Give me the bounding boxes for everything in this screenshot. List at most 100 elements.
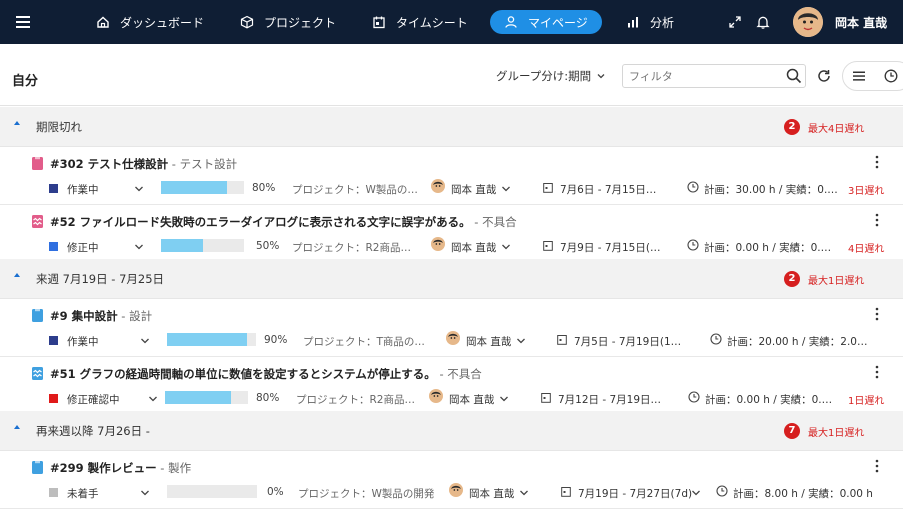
assignee-chevron-down-icon[interactable] [499, 395, 509, 403]
task-dates[interactable]: 7月12日 - 7月19日… [558, 392, 661, 407]
collapse-caret-icon[interactable] [14, 425, 20, 429]
task-title[interactable]: #302 テスト仕様設計 - テスト設計 [50, 156, 237, 172]
hamburger-menu-icon[interactable] [14, 11, 36, 33]
progress-bar [161, 239, 244, 252]
progress-percent: 80% [252, 182, 276, 194]
project-name: プロジェクト：W製品の開発 [298, 488, 435, 500]
task-title[interactable]: #52 ファイルロード失敗時のエラーダイアログに表示される文字に誤字がある。 -… [50, 214, 517, 230]
count-badge: 7 [784, 423, 800, 439]
page-header: 自分 グループ分け:期間 [0, 44, 903, 106]
section-after-next-week[interactable]: 再来週以降 7月26日 - 7 最大1日遅れ [0, 411, 903, 451]
status-color-square [49, 488, 58, 497]
task-row[interactable]: #299 製作レビュー - 製作 未着手 0% プロジェクト：W製品の開発 岡本… [0, 451, 903, 509]
clock-view-icon[interactable] [884, 69, 898, 83]
task-row[interactable]: #51 グラフの経過時間軸の単位に数値を設定するとシステムが停止する。 - 不具… [0, 357, 903, 415]
work-hours: 計画：8.00 h / 実績：0.00 h [733, 488, 873, 500]
user-menu[interactable]: 岡本 直哉 [793, 7, 887, 37]
section-next-week[interactable]: 来週 7月19日 - 7月25日 2 最大1日遅れ [0, 259, 903, 299]
task-row[interactable]: #9 集中設計 - 設計 作業中 90% プロジェクト：T商品の… 岡本 直哉 … [0, 299, 903, 357]
calendar-icon [543, 183, 553, 193]
bug-icon [32, 215, 43, 228]
home-icon [97, 16, 109, 28]
nav-projects[interactable]: プロジェクト [240, 10, 336, 34]
nav-analytics[interactable]: 分析 [626, 10, 674, 34]
task-title[interactable]: #51 グラフの経過時間軸の単位に数値を設定するとシステムが停止する。 - 不具… [50, 366, 482, 382]
more-options-icon[interactable] [873, 459, 881, 473]
collapse-caret-icon[interactable] [14, 121, 20, 125]
task-title-text: #51 グラフの経過時間軸の単位に数値を設定するとシステムが停止する。 [50, 367, 436, 381]
search-icon[interactable] [786, 68, 802, 84]
assignee-name: 岡本 直哉 [469, 488, 515, 500]
assignee-name: 岡本 直哉 [451, 242, 497, 254]
more-options-icon[interactable] [873, 213, 881, 227]
nav-dashboard[interactable]: ダッシュボード [96, 10, 204, 34]
bell-icon [756, 16, 770, 29]
task-dates[interactable]: 7月19日 - 7月27日(7d) [578, 486, 692, 501]
status-color-square [49, 336, 58, 345]
count-badge: 2 [784, 271, 800, 287]
more-options-icon[interactable] [873, 155, 881, 169]
refresh-icon[interactable] [816, 68, 832, 84]
assignee-name: 岡本 直哉 [451, 184, 497, 196]
max-late-text: 最大1日遅れ [808, 428, 865, 439]
late-days: 1日遅れ [848, 396, 885, 407]
avatar [793, 7, 823, 37]
nav-dashboard-label: ダッシュボード [120, 15, 205, 30]
status-chevron-down-icon[interactable] [134, 185, 144, 193]
bar-chart-icon [628, 17, 638, 28]
work-hours: 計画：0.00 h / 実績：0.… [704, 242, 832, 254]
task-row[interactable]: #52 ファイルロード失敗時のエラーダイアログに表示される文字に誤字がある。 -… [0, 205, 903, 263]
task-category: - テスト設計 [168, 157, 238, 171]
collapse-caret-icon[interactable] [14, 273, 20, 277]
status-chevron-down-icon[interactable] [134, 243, 144, 251]
assignee-avatar [431, 179, 445, 193]
task-category: - 不具合 [470, 215, 517, 229]
notification-button[interactable] [756, 10, 770, 34]
status-label: 作業中 [67, 184, 99, 196]
work-hours: 計画：20.00 h / 実績：2.0… [727, 336, 868, 348]
status-chevron-down-icon[interactable] [148, 395, 158, 403]
progress-percent: 50% [256, 240, 280, 252]
group-by-dropdown[interactable]: グループ分け:期間 [496, 68, 606, 84]
progress-percent: 80% [256, 392, 280, 404]
clock-icon [710, 333, 722, 345]
task-title-text: #302 テスト仕様設計 [50, 157, 169, 171]
dates-chevron-down-icon[interactable] [691, 489, 701, 497]
filter-input[interactable] [622, 64, 806, 88]
assignee-chevron-down-icon[interactable] [519, 489, 529, 497]
project-name: プロジェクト：R2商品… [296, 394, 415, 406]
task-dates[interactable]: 7月5日 - 7月19日(1… [574, 334, 681, 349]
task-title[interactable]: #299 製作レビュー - 製作 [50, 460, 191, 476]
task-row[interactable]: #302 テスト仕様設計 - テスト設計 作業中 80% プロジェクト：W製品の… [0, 147, 903, 205]
more-options-icon[interactable] [873, 307, 881, 321]
task-dates[interactable]: 7月6日 - 7月15日… [560, 182, 656, 197]
status-chevron-down-icon[interactable] [140, 489, 150, 497]
list-view-icon[interactable] [852, 69, 866, 83]
more-options-icon[interactable] [873, 365, 881, 379]
task-dates[interactable]: 7月9日 - 7月15日(… [560, 240, 660, 255]
progress-bar [161, 181, 244, 194]
nav-timesheet[interactable]: タイムシート [372, 10, 468, 34]
nav-mypage-label: マイページ [528, 15, 588, 30]
assignee-name: 岡本 直哉 [466, 336, 512, 348]
user-icon [505, 16, 517, 28]
calendar-icon [557, 335, 567, 345]
assignee-chevron-down-icon[interactable] [516, 337, 526, 345]
task-category: - 設計 [117, 309, 153, 323]
cube-icon [240, 15, 254, 29]
status-color-square [49, 242, 58, 251]
status-label: 修正確認中 [67, 394, 120, 406]
nav-timesheet-label: タイムシート [396, 15, 468, 30]
section-overdue[interactable]: 期限切れ 2 最大4日遅れ [0, 107, 903, 147]
count-badge: 2 [784, 119, 800, 135]
expand-button[interactable] [728, 10, 742, 34]
assignee-chevron-down-icon[interactable] [501, 243, 511, 251]
late-days: 4日遅れ [848, 244, 885, 255]
expand-icon [729, 16, 741, 28]
assignee-avatar [429, 389, 443, 403]
task-title[interactable]: #9 集中設計 - 設計 [50, 308, 152, 324]
nav-mypage[interactable]: マイページ [490, 10, 602, 34]
status-chevron-down-icon[interactable] [140, 337, 150, 345]
status-label: 修正中 [67, 242, 99, 254]
assignee-chevron-down-icon[interactable] [501, 185, 511, 193]
